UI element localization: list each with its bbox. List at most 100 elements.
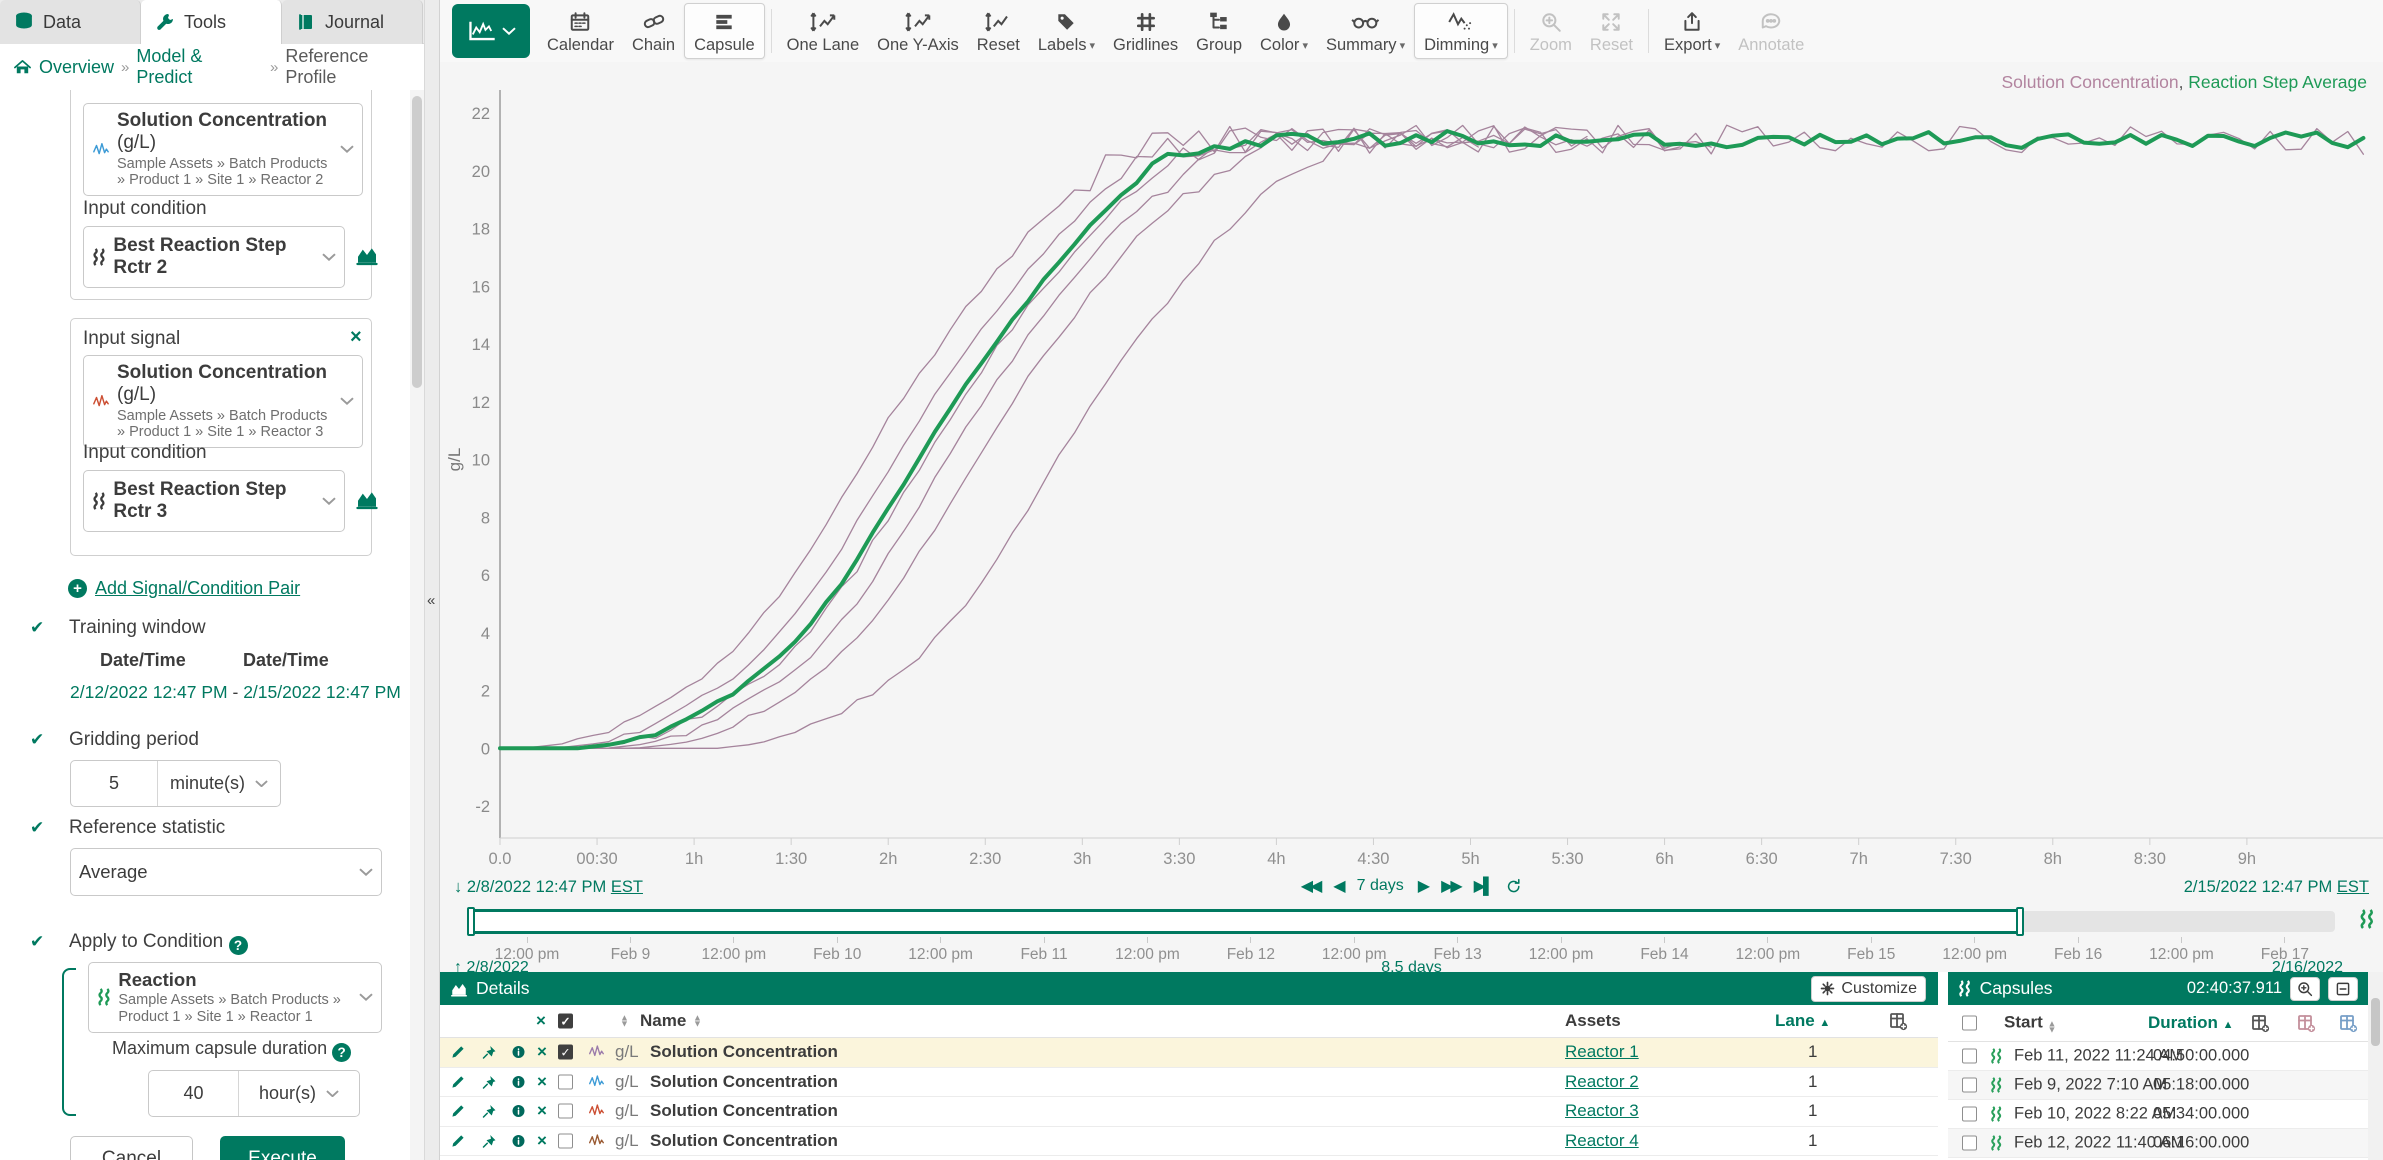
capsule-row[interactable]: Feb 12, 2022 11:40 AM 06:16:00.000 [1948, 1129, 2368, 1158]
capsule-series-line[interactable] [500, 129, 1478, 748]
toolbar-button-one-y-axis[interactable]: One Y-Axis [868, 3, 968, 59]
gridding-period-value-input[interactable]: 5 [71, 761, 158, 806]
help-icon[interactable]: ? [229, 936, 248, 955]
step-to-end-icon[interactable]: ▶▌ [1474, 876, 1492, 896]
display-range-start[interactable]: 2/8/2022 12:47 PM [467, 878, 606, 896]
row-checkbox[interactable] [1962, 1136, 1977, 1151]
condition-icon[interactable] [2359, 909, 2375, 929]
add-signal-condition-pair-link[interactable]: Add Signal/Condition Pair [95, 578, 300, 599]
toolbar-button-calendar[interactable]: Calendar [538, 3, 623, 59]
assets-column-header[interactable]: Assets [1565, 1011, 1621, 1031]
asset-link[interactable]: Reactor 3 [1565, 1101, 1639, 1121]
add-column-icon[interactable] [1888, 1011, 1908, 1031]
pin-icon[interactable] [482, 1104, 497, 1119]
toolbar-button-dimming[interactable]: Dimming▾ [1414, 3, 1508, 59]
item-name[interactable]: Solution Concentration [650, 1072, 838, 1092]
remove-icon[interactable]: × [537, 1131, 547, 1151]
help-icon[interactable]: ? [332, 1043, 351, 1062]
row-checkbox[interactable] [1962, 1078, 1977, 1093]
scrollbar-thumb[interactable] [2371, 998, 2380, 1046]
select-all-checkbox[interactable]: ✓ [558, 1014, 573, 1029]
capsule-series-line[interactable] [500, 127, 1587, 749]
toolbar-button-one-lane[interactable]: One Lane [778, 3, 868, 59]
capsules-scrollbar[interactable] [2368, 972, 2383, 1160]
tab-tools[interactable]: Tools [141, 0, 282, 44]
details-row[interactable]: × ✓ g/L Solution Concentration Reactor 1… [440, 1038, 1938, 1068]
cancel-button[interactable]: Cancel [70, 1136, 193, 1160]
scrollbar-thumb[interactable] [412, 96, 422, 388]
breadcrumb-model-predict[interactable]: Model & Predict [136, 46, 263, 88]
duration-range-label[interactable]: 7 days [1357, 877, 1404, 895]
info-icon[interactable] [511, 1074, 526, 1089]
customize-button[interactable]: Customize [1811, 976, 1926, 1002]
panel-scrollbar[interactable] [410, 90, 424, 1160]
start-column-header[interactable]: Start ▲▼ [2004, 1013, 2056, 1034]
lane-column-header[interactable]: Lane ▲ [1775, 1011, 1830, 1031]
info-icon[interactable] [511, 1104, 526, 1119]
remove-icon[interactable]: × [537, 1101, 547, 1121]
remove-all-icon[interactable]: × [536, 1011, 546, 1031]
step-forward-half-icon[interactable]: ▶ [1418, 876, 1427, 896]
pin-icon[interactable] [482, 1133, 497, 1148]
view-capsules-button[interactable] [355, 487, 379, 511]
timezone-link[interactable]: EST [2337, 878, 2369, 896]
row-checkbox[interactable] [558, 1104, 573, 1119]
edit-icon[interactable] [450, 1074, 466, 1090]
toolbar-button-chain[interactable]: Chain [623, 3, 684, 59]
step-back-half-icon[interactable]: ◀ [1333, 876, 1342, 896]
toolbar-button-gridlines[interactable]: Gridlines [1104, 3, 1187, 59]
training-start-input[interactable]: 2/12/2022 12:47 PM [70, 682, 228, 702]
legend-solution-concentration[interactable]: Solution Concentration [2002, 72, 2179, 92]
display-range-end[interactable]: 2/15/2022 12:47 PM [2184, 878, 2333, 896]
view-capsules-button[interactable] [355, 243, 379, 267]
pin-icon[interactable] [482, 1074, 497, 1089]
row-checkbox[interactable] [1962, 1107, 1977, 1122]
display-mode-dropdown[interactable] [452, 4, 530, 58]
toolbar-button-group[interactable]: Group [1187, 3, 1251, 59]
toolbar-button-reset-y[interactable]: Reset [968, 3, 1029, 59]
breadcrumb-overview[interactable]: Overview [39, 57, 114, 78]
tab-data[interactable]: Data [0, 0, 141, 44]
timeline-selected-range[interactable] [470, 909, 2020, 934]
execute-button[interactable]: Execute [220, 1136, 345, 1160]
training-end-input[interactable]: 2/15/2022 12:47 PM [243, 682, 401, 702]
toolbar-button-labels[interactable]: Labels▾ [1029, 3, 1104, 59]
edit-icon[interactable] [450, 1044, 466, 1060]
row-checkbox[interactable] [558, 1133, 573, 1148]
capsule-row[interactable]: Feb 9, 2022 7:10 AM 05:18:00.000 [1948, 1071, 2368, 1100]
trend-chart[interactable]: -20246810121416182022g/L0.000:301h1:302h… [440, 62, 2383, 872]
item-name[interactable]: Solution Concentration [650, 1101, 838, 1121]
sort-icon[interactable]: ▲▼ [693, 1015, 702, 1028]
details-row[interactable]: × g/L Solution Concentration Reactor 4 1 [440, 1127, 1938, 1157]
details-row[interactable]: × g/L Solution Concentration Reactor 3 1 [440, 1097, 1938, 1127]
reference-statistic-select[interactable]: Average [70, 848, 382, 896]
capsule-series-line[interactable] [500, 130, 1447, 749]
timeline-left-handle[interactable] [467, 907, 475, 936]
asset-link[interactable]: Reactor 1 [1565, 1042, 1639, 1062]
collapse-panel-button[interactable]: « [427, 592, 435, 609]
refresh-icon[interactable] [1505, 878, 1522, 895]
capsule-row[interactable]: Feb 11, 2022 11:24 AM 04:50:00.000 [1948, 1042, 2368, 1071]
step-back-full-icon[interactable]: ◀◀ [1301, 876, 1320, 896]
input-signal-1-select[interactable]: Solution Concentration (g/L) Sample Asse… [83, 103, 363, 196]
pin-icon[interactable] [482, 1045, 497, 1060]
add-stat-column-icon[interactable] [2296, 1013, 2316, 1033]
timeline-right-handle[interactable] [2016, 907, 2024, 936]
info-icon[interactable] [511, 1133, 526, 1148]
legend-reaction-step-average[interactable]: Reaction Step Average [2188, 72, 2367, 92]
asset-link[interactable]: Reactor 4 [1565, 1131, 1639, 1151]
add-column-icon[interactable] [2250, 1013, 2270, 1033]
info-icon[interactable] [511, 1045, 526, 1060]
item-name[interactable]: Solution Concentration [650, 1131, 838, 1151]
zoom-to-capsule-button[interactable] [2290, 977, 2320, 1001]
sort-icon[interactable]: ▲▼ [620, 1015, 629, 1028]
timezone-link[interactable]: EST [611, 878, 643, 896]
row-checkbox[interactable] [558, 1074, 573, 1089]
input-condition-2-select[interactable]: Best Reaction Step Rctr 3 [83, 470, 345, 532]
add-property-column-icon[interactable] [2338, 1013, 2358, 1033]
toolbar-button-summary[interactable]: Summary▾ [1317, 3, 1414, 59]
timeline-bar[interactable] [470, 909, 2335, 934]
duration-column-header[interactable]: Duration ▲ [2148, 1013, 2234, 1033]
edit-icon[interactable] [450, 1103, 466, 1119]
input-condition-1-select[interactable]: Best Reaction Step Rctr 2 [83, 226, 345, 288]
